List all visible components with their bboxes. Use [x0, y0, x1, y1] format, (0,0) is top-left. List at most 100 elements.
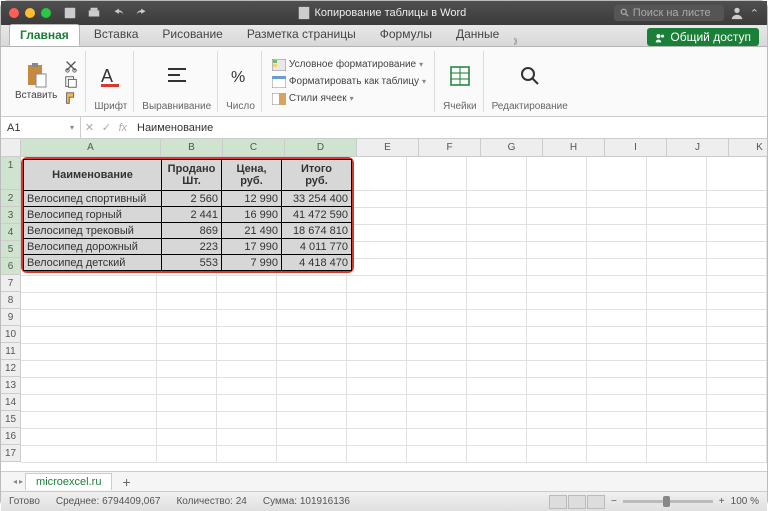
select-all-corner[interactable] [1, 139, 21, 156]
row-header[interactable]: 2 [1, 190, 21, 207]
window-controls[interactable] [9, 8, 51, 18]
table-row[interactable]: Велосипед дорожный22317 9904 011 770 [24, 239, 352, 255]
row-header[interactable]: 15 [1, 411, 21, 428]
col-header[interactable]: H [543, 139, 605, 156]
col-header[interactable]: F [419, 139, 481, 156]
undo-icon[interactable] [111, 6, 125, 20]
table-cell[interactable]: Велосипед трековый [24, 223, 162, 239]
table-cell[interactable]: 4 011 770 [282, 239, 352, 255]
table-cell[interactable]: 17 990 [222, 239, 282, 255]
print-icon[interactable] [87, 6, 101, 20]
table-cell[interactable]: 2 441 [162, 207, 222, 223]
table-header[interactable]: Наименование [24, 160, 162, 191]
tabs-more-icon[interactable]: ⟫ [513, 37, 517, 46]
alignment-group[interactable] [165, 64, 189, 88]
editing-group[interactable] [518, 64, 542, 88]
redo-icon[interactable] [135, 6, 149, 20]
row-header[interactable]: 4 [1, 224, 21, 241]
cells-group[interactable] [448, 64, 472, 88]
row-header[interactable]: 8 [1, 292, 21, 309]
paste-button[interactable]: Вставить [15, 62, 57, 101]
row-header[interactable]: 7 [1, 275, 21, 292]
col-header[interactable]: C [223, 139, 285, 156]
row-header[interactable]: 6 [1, 258, 21, 275]
col-header[interactable]: B [161, 139, 223, 156]
row-header[interactable]: 12 [1, 360, 21, 377]
row-header[interactable]: 11 [1, 343, 21, 360]
table-cell[interactable]: 2 560 [162, 191, 222, 207]
table-row[interactable]: Велосипед горный2 44116 99041 472 590 [24, 207, 352, 223]
table-cell[interactable]: Велосипед спортивный [24, 191, 162, 207]
col-header[interactable]: G [481, 139, 543, 156]
font-group[interactable]: A [99, 64, 123, 88]
zoom-out-icon[interactable]: − [611, 496, 617, 507]
sheet-tab[interactable]: microexcel.ru [25, 473, 112, 490]
col-header[interactable]: J [667, 139, 729, 156]
table-cell[interactable]: Велосипед горный [24, 207, 162, 223]
tab-главная[interactable]: Главная [9, 24, 80, 46]
tab-формулы[interactable]: Формулы [370, 24, 442, 46]
table-cell[interactable]: 41 472 590 [282, 207, 352, 223]
table-cell[interactable]: Велосипед дорожный [24, 239, 162, 255]
save-icon[interactable] [63, 6, 77, 20]
conditional-formatting-button[interactable]: Условное форматирование▾ [270, 58, 428, 72]
col-header[interactable]: D [285, 139, 357, 156]
row-header[interactable]: 13 [1, 377, 21, 394]
copy-icon[interactable] [63, 75, 79, 89]
row-header[interactable]: 5 [1, 241, 21, 258]
tab-данные[interactable]: Данные [446, 24, 509, 46]
name-box[interactable]: A1▾ [1, 117, 81, 138]
search-box[interactable]: Поиск на листе [614, 5, 724, 21]
row-header[interactable]: 17 [1, 445, 21, 462]
zoom-value[interactable]: 100 % [731, 496, 759, 507]
table-cell[interactable]: 21 490 [222, 223, 282, 239]
table-cell[interactable]: 16 990 [222, 207, 282, 223]
table-row[interactable]: Велосипед трековый86921 49018 674 810 [24, 223, 352, 239]
col-header[interactable]: I [605, 139, 667, 156]
cancel-formula-icon[interactable]: ✕ [85, 121, 94, 134]
sheet-nav-next-icon[interactable]: ▸ [19, 477, 23, 486]
maximize-icon[interactable] [41, 8, 51, 18]
zoom-in-icon[interactable]: + [719, 496, 725, 507]
cut-icon[interactable] [63, 59, 79, 73]
table-cell[interactable]: 33 254 400 [282, 191, 352, 207]
minimize-icon[interactable] [25, 8, 35, 18]
number-group[interactable]: % [229, 64, 253, 88]
help-icon[interactable]: ⌃ [750, 7, 759, 20]
user-icon[interactable] [730, 6, 744, 20]
table-cell[interactable]: 869 [162, 223, 222, 239]
table-row[interactable]: Велосипед детский5537 9904 418 470 [24, 255, 352, 271]
accept-formula-icon[interactable]: ✓ [102, 121, 111, 134]
table-header[interactable]: Цена,руб. [222, 160, 282, 191]
table-cell[interactable]: 4 418 470 [282, 255, 352, 271]
zoom-slider[interactable] [623, 500, 713, 503]
col-header[interactable]: A [21, 139, 161, 156]
table-cell[interactable]: 18 674 810 [282, 223, 352, 239]
format-as-table-button[interactable]: Форматировать как таблицу▾ [270, 75, 428, 89]
row-header[interactable]: 9 [1, 309, 21, 326]
col-header[interactable]: K [729, 139, 767, 156]
table-header[interactable]: Итогоруб. [282, 160, 352, 191]
row-header[interactable]: 10 [1, 326, 21, 343]
spreadsheet-grid[interactable]: ABCDEFGHIJK 1234567891011121314151617 На… [1, 139, 767, 471]
table-header[interactable]: ПроданоШт. [162, 160, 222, 191]
sheet-nav-prev-icon[interactable]: ◂ [13, 477, 17, 486]
tab-разметка страницы[interactable]: Разметка страницы [237, 24, 366, 46]
table-cell[interactable]: 7 990 [222, 255, 282, 271]
table-cell[interactable]: 12 990 [222, 191, 282, 207]
row-header[interactable]: 14 [1, 394, 21, 411]
row-header[interactable]: 16 [1, 428, 21, 445]
view-buttons[interactable] [549, 495, 605, 509]
formula-input[interactable]: Наименование [131, 122, 767, 134]
fx-icon[interactable]: fx [119, 122, 128, 134]
tab-рисование[interactable]: Рисование [152, 24, 232, 46]
tab-вставка[interactable]: Вставка [84, 24, 149, 46]
row-header[interactable]: 3 [1, 207, 21, 224]
close-icon[interactable] [9, 8, 19, 18]
col-header[interactable]: E [357, 139, 419, 156]
table-row[interactable]: Велосипед спортивный2 56012 99033 254 40… [24, 191, 352, 207]
table-cell[interactable]: 223 [162, 239, 222, 255]
row-header[interactable]: 1 [1, 157, 21, 190]
add-sheet-button[interactable]: + [114, 474, 138, 490]
cell-styles-button[interactable]: Стили ячеек▾ [270, 92, 428, 106]
